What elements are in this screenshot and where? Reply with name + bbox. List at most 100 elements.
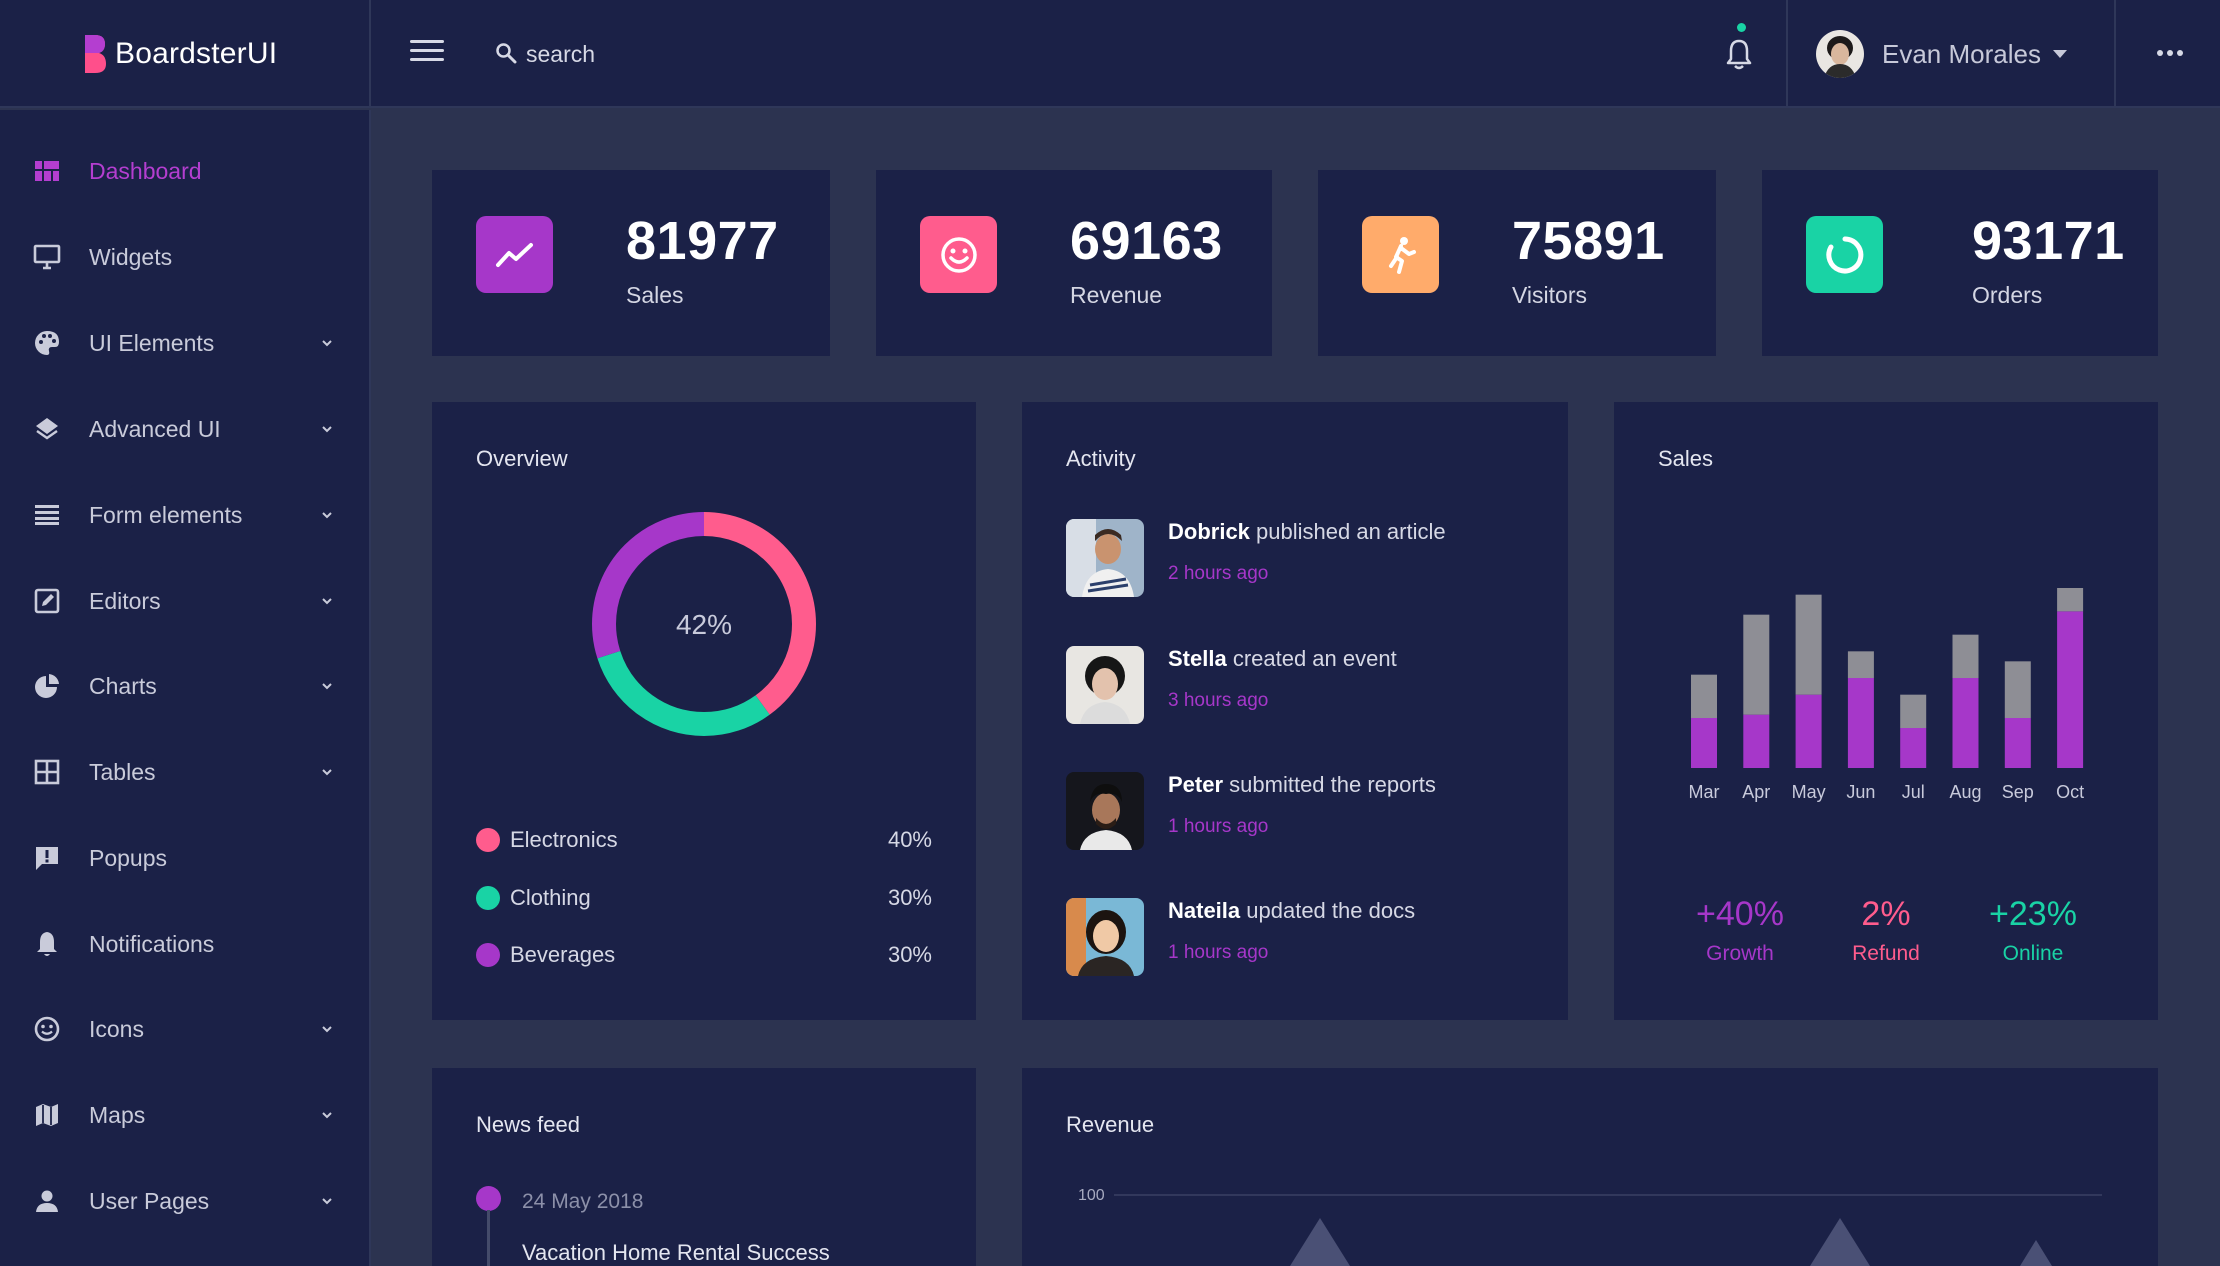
activity-user-name: Dobrick: [1168, 519, 1250, 544]
notification-bell-icon[interactable]: [1722, 36, 1756, 72]
avatar: [1816, 30, 1864, 78]
caret-down-icon: [2052, 50, 2067, 58]
legend-row-clothing: Clothing 30%: [476, 883, 932, 913]
sidebar-item-form-elements[interactable]: Form elements: [0, 485, 369, 545]
area-peak: [1810, 1218, 1870, 1266]
sales-stat-value: +40%: [1696, 895, 1784, 933]
bar-apr-segment-2: [1743, 614, 1770, 715]
activity-text: Stella created an event: [1168, 646, 1397, 672]
sales-stat-refund: 2% Refund: [1811, 895, 1961, 966]
timeline-line: [487, 1210, 490, 1266]
chevron-down-icon: [322, 769, 332, 776]
search-input[interactable]: [526, 34, 1126, 74]
chevron-down-icon: [322, 512, 332, 519]
y-tick-label: 100: [1078, 1187, 1105, 1204]
brand[interactable]: BoardsterUI: [0, 0, 371, 108]
activity-item[interactable]: Stella created an event 3 hours ago: [1066, 646, 1546, 726]
table-icon: [32, 757, 62, 787]
user-menu[interactable]: Evan Morales: [1816, 28, 2067, 80]
legend-label: Clothing: [510, 885, 591, 910]
user-name: Evan Morales: [1882, 38, 2041, 69]
x-tick-label: Sep: [2002, 782, 2034, 802]
activity-time: 1 hours ago: [1168, 816, 1269, 837]
stat-card-revenue: 69163 Revenue: [876, 170, 1272, 356]
sidebar-item-editors[interactable]: Editors: [0, 571, 369, 631]
activity-user-name: Stella: [1168, 646, 1227, 671]
x-tick-label: May: [1792, 782, 1826, 802]
more-options-button[interactable]: [2157, 50, 2183, 58]
sidebar-item-charts[interactable]: Charts: [0, 656, 369, 716]
bar-jun-segment-2: [1847, 651, 1874, 678]
sidebar-item-widgets[interactable]: Widgets: [0, 227, 369, 287]
x-tick-label: Mar: [1689, 782, 1720, 802]
activity-action: published an article: [1249, 519, 1446, 544]
stat-label: Revenue: [1070, 282, 1163, 308]
sidebar-item-popups[interactable]: Popups: [0, 828, 369, 888]
loading-ring-icon: [1806, 216, 1883, 293]
news-title[interactable]: Vacation Home Rental Success: [522, 1240, 830, 1266]
activity-text: Nateila updated the docs: [1168, 898, 1415, 924]
legend-dot: [476, 828, 500, 852]
brand-logo-icon: [85, 35, 106, 73]
avatar: [1066, 646, 1144, 724]
menu-toggle-button[interactable]: [410, 40, 444, 68]
monitor-icon: [32, 242, 62, 272]
stat-label: Sales: [626, 282, 684, 308]
sidebar-item-label: Dashboard: [89, 157, 202, 184]
stat-label: Orders: [1972, 282, 2043, 308]
sidebar-item-notifications[interactable]: Notifications: [0, 914, 369, 974]
x-tick-label: Apr: [1742, 782, 1770, 802]
activity-item[interactable]: Peter submitted the reports 1 hours ago: [1066, 772, 1546, 852]
chevron-down-icon: [322, 340, 332, 347]
sidebar-item-dashboard[interactable]: Dashboard: [0, 141, 369, 201]
news-date: 24 May 2018: [522, 1190, 644, 1213]
activity-action: submitted the reports: [1223, 772, 1436, 797]
sales-stat-value: 2%: [1861, 895, 1911, 933]
activity-text: Peter submitted the reports: [1168, 772, 1436, 798]
bar-aug-segment-1: [1952, 678, 1979, 768]
bar-may-segment-2: [1795, 594, 1822, 695]
legend-dot: [476, 943, 500, 967]
bar-may-segment-1: [1795, 694, 1822, 768]
stat-label: Visitors: [1512, 282, 1587, 308]
activity-item[interactable]: Nateila updated the docs 1 hours ago: [1066, 898, 1546, 978]
bar-sep-segment-1: [2004, 718, 2031, 768]
sidebar-item-tables[interactable]: Tables: [0, 742, 369, 802]
activity-time: 3 hours ago: [1168, 690, 1269, 711]
sidebar-item-label: Tables: [89, 758, 156, 785]
sales-card: Sales Mar Apr May Jun Jul Aug Sep Oct +40% Grow…: [1614, 402, 2158, 1020]
x-tick-label: Aug: [1949, 782, 1981, 802]
sidebar-item-user-pages[interactable]: User Pages: [0, 1171, 369, 1231]
chevron-down-icon: [322, 1112, 332, 1119]
sidebar: Dashboard Widgets UI Elements Advanced U…: [0, 110, 371, 1266]
divider: [1786, 0, 1788, 108]
sidebar-item-icons[interactable]: Icons: [0, 999, 369, 1059]
activity-user-name: Nateila: [1168, 898, 1241, 923]
sales-summary: +40% Growth 2% Refund +23% Online: [1614, 895, 2158, 995]
legend-percent: 30%: [887, 885, 932, 910]
user-icon: [32, 1186, 62, 1216]
revenue-card: Revenue 100: [1022, 1068, 2158, 1266]
bar-jul-segment-1: [1900, 728, 1927, 768]
overview-card: Overview 42% Electronics 40% Clothing 30…: [432, 402, 976, 1020]
pie-chart-icon: [32, 671, 62, 701]
map-icon: [32, 1100, 62, 1130]
area-peak: [2020, 1240, 2052, 1266]
sidebar-item-ui-elements[interactable]: UI Elements: [0, 313, 369, 373]
sidebar-item-label: Charts: [89, 672, 157, 699]
activity-item[interactable]: Dobrick published an article 2 hours ago: [1066, 519, 1546, 599]
legend-label: Beverages: [510, 942, 616, 967]
chevron-down-icon: [322, 683, 332, 690]
legend-dot: [476, 886, 500, 910]
sidebar-item-label: UI Elements: [89, 329, 215, 356]
hamburger-icon: [410, 40, 444, 43]
layers-icon: [32, 414, 62, 444]
sidebar-item-maps[interactable]: Maps: [0, 1085, 369, 1145]
sidebar-item-advanced-ui[interactable]: Advanced UI: [0, 399, 369, 459]
bar-oct-segment-2: [2057, 588, 2084, 612]
news-feed-card: News feed 24 May 2018 Vacation Home Rent…: [432, 1068, 976, 1266]
sidebar-item-label: Form elements: [89, 501, 243, 528]
sidebar-item-label: Icons: [89, 1015, 144, 1042]
notification-dot: [1737, 23, 1746, 32]
activity-card: Activity Dobrick published an article 2 …: [1022, 402, 1568, 1020]
